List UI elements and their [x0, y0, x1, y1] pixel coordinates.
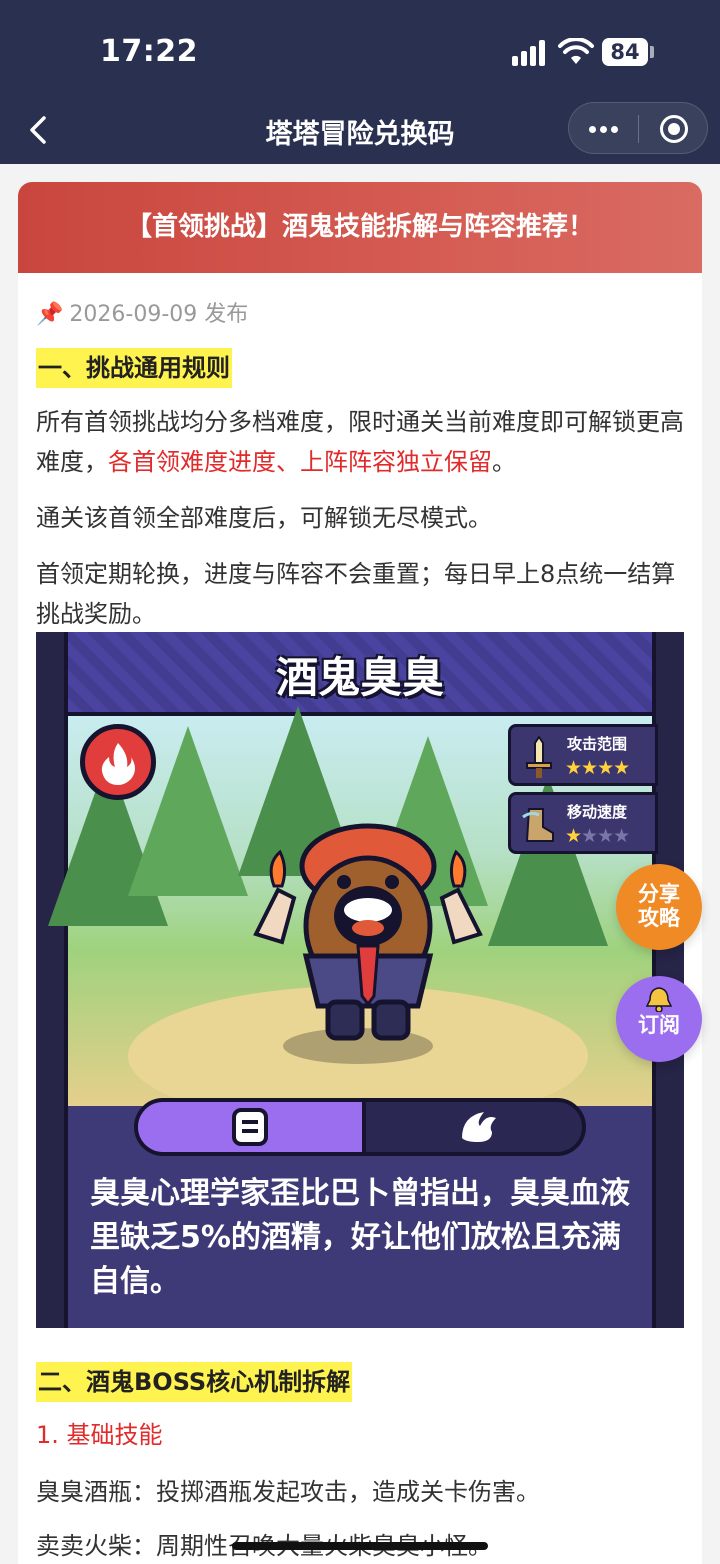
boss-card-frame: 酒鬼臭臭 攻击范围 ★★★★ 移动速度 ★★★★ 臭臭心理学家歪比巴卜曾指出，臭… — [48, 632, 658, 1328]
section1-heading: 一、挑战通用规则 — [36, 348, 232, 388]
publish-info: 📌 2026-09-09 发布 — [36, 296, 248, 328]
boss-name: 酒鬼臭臭 — [275, 653, 444, 702]
boss-scene: 攻击范围 ★★★★ 移动速度 ★★★★ — [48, 706, 658, 1126]
sword-icon — [526, 735, 552, 778]
bell-icon — [645, 987, 673, 1012]
nav-bar: 塔塔冒险兑换码 — [0, 100, 720, 164]
share-label-line1: 分享 — [638, 882, 680, 906]
status-time: 17:22 — [100, 34, 198, 69]
article-banner: 【首领挑战】酒鬼技能拆解与阵容推荐！ — [18, 182, 702, 273]
stat-label: 攻击范围 — [567, 735, 628, 753]
boss-title-strip: 酒鬼臭臭 — [68, 632, 652, 716]
tab-info[interactable] — [138, 1102, 362, 1152]
stat-rating-stars: ★★★★ — [565, 825, 630, 847]
section1-paragraph1: 所有首领挑战均分多档难度，限时通关当前难度即可解锁更高难度，各首领难度进度、上阵… — [36, 402, 686, 482]
subscribe-label: 订阅 — [638, 1013, 680, 1037]
stat-move-speed: 移动速度 ★★★★ — [508, 792, 658, 854]
claw-icon — [462, 1112, 496, 1142]
section2-heading: 二、酒鬼BOSS核心机制拆解 — [36, 1362, 353, 1402]
p1-highlight: 各首领难度进度、上阵阵容独立保留 — [108, 448, 492, 476]
wifi-icon — [558, 38, 594, 64]
stat-attack-range: 攻击范围 ★★★★ — [508, 724, 658, 786]
drunk-boss-character — [253, 823, 483, 1041]
share-guide-button[interactable]: 分享 攻略 — [616, 864, 702, 950]
cellular-signal-icon — [512, 40, 548, 66]
publish-date: 2026-09-09 发布 — [69, 302, 249, 327]
target-icon[interactable] — [639, 103, 709, 155]
article-card: 【首领挑战】酒鬼技能拆解与阵容推荐！ 📌 2026-09-09 发布 一、挑战通用… — [18, 182, 702, 1564]
subscribe-button[interactable]: 订阅 — [616, 976, 702, 1062]
battery-icon: 84 — [602, 38, 648, 66]
boss-info-tabs — [134, 1098, 586, 1156]
skill-paragraph1: 臭臭酒瓶：投掷酒瓶发起攻击，造成关卡伤害。 — [36, 1478, 540, 1506]
boss-card-image: 酒鬼臭臭 攻击范围 ★★★★ 移动速度 ★★★★ 臭臭心理学家歪比巴卜曾指出，臭… — [36, 632, 684, 1328]
section2-subheading: 1. 基础技能 — [36, 1421, 163, 1449]
mini-program-capsule — [568, 102, 708, 154]
fire-element-icon — [80, 724, 156, 800]
document-icon — [232, 1108, 268, 1146]
more-dots-icon[interactable] — [569, 103, 638, 155]
section1-paragraph3: 首领定期轮换，进度与阵容不会重置；每日早上8点统一结算挑战奖励。 — [36, 560, 676, 628]
content-area: 【首领挑战】酒鬼技能拆解与阵容推荐！ 📌 2026-09-09 发布 一、挑战通用… — [0, 164, 720, 1564]
home-indicator — [232, 1542, 488, 1550]
stat-rating-stars: ★★★★ — [565, 757, 630, 779]
pushpin-icon: 📌 — [36, 302, 64, 327]
status-bar: 17:22 84 — [0, 0, 720, 100]
stat-label: 移动速度 — [567, 803, 628, 821]
tab-skill[interactable] — [366, 1102, 582, 1152]
p1-end: 。 — [492, 448, 516, 476]
section1-paragraph2: 通关该首领全部难度后，可解锁无尽模式。 — [36, 504, 492, 532]
share-label-line2: 攻略 — [638, 906, 680, 930]
boss-description: 臭臭心理学家歪比巴卜曾指出，臭臭血液里缺乏5%的酒精，好让他们放松且充满自信。 — [90, 1176, 630, 1299]
boot-icon — [522, 808, 554, 842]
battery-nub — [650, 46, 654, 58]
